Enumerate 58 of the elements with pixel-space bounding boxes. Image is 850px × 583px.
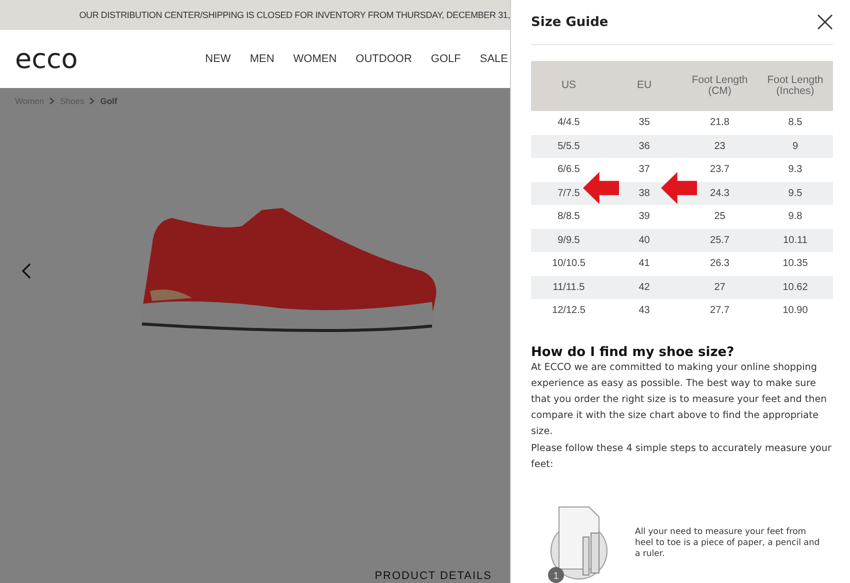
column-header: EU bbox=[606, 61, 682, 112]
table-cell: 25 bbox=[682, 205, 758, 229]
table-cell: 42 bbox=[606, 276, 682, 300]
column-header: US bbox=[531, 61, 606, 112]
table-cell: 5/5.5 bbox=[531, 134, 606, 158]
table-cell: 9/9.5 bbox=[531, 228, 606, 252]
column-header: Foot Length (CM) bbox=[682, 61, 758, 112]
table-cell: 27 bbox=[682, 276, 758, 300]
arrow-drawing bbox=[660, 172, 696, 204]
table-cell: 8/8.5 bbox=[531, 205, 606, 229]
table-cell: 10.90 bbox=[758, 299, 833, 323]
table-cell: 6/6.5 bbox=[531, 158, 606, 182]
chevron-right-icon bbox=[49, 97, 56, 105]
paragraph: Please follow these 4 simple steps to accurately measure your feet: bbox=[531, 442, 832, 472]
table-cell: 9.3 bbox=[758, 158, 833, 182]
nav-link[interactable]: NEW bbox=[205, 53, 231, 65]
table-cell: 41 bbox=[606, 252, 682, 276]
nav-link[interactable]: OUTDOOR bbox=[356, 53, 412, 65]
nav-link[interactable]: SALE bbox=[480, 53, 508, 65]
table-cell: 10/10.5 bbox=[531, 252, 606, 276]
table-cell: 9 bbox=[758, 134, 833, 158]
table-cell: 40 bbox=[606, 228, 682, 252]
column-header: Foot Length (Inches) bbox=[758, 61, 833, 112]
table-cell: 21.8 bbox=[682, 111, 758, 135]
table-cell: 10.11 bbox=[758, 228, 833, 252]
table-cell: 27.7 bbox=[682, 299, 758, 323]
close-icon[interactable] bbox=[817, 14, 833, 30]
step-number: 1 bbox=[553, 571, 559, 582]
chevron-left-icon[interactable] bbox=[20, 262, 32, 280]
table-cell: 25.7 bbox=[682, 228, 758, 252]
nav-link[interactable]: MEN bbox=[250, 53, 274, 65]
table-cell: 26.3 bbox=[682, 252, 758, 276]
dialog-title: Size Guide bbox=[531, 14, 608, 30]
table-cell: 12/12.5 bbox=[531, 299, 606, 323]
table-cell: 23 bbox=[682, 134, 758, 158]
table-cell: 23.7 bbox=[682, 158, 758, 182]
section-heading: PRODUCT DETAILS bbox=[374, 569, 492, 583]
table-cell: 39 bbox=[606, 205, 682, 229]
table-cell: 8.5 bbox=[758, 111, 833, 135]
table-cell: 11/11.5 bbox=[531, 276, 606, 300]
announcement-text: OUR DISTRIBUTION CENTER/SHIPPING IS CLOSED FOR INVENTORY FROM THURSDAY, DECEMBER 31, bbox=[79, 10, 510, 20]
table-cell: 43 bbox=[606, 299, 682, 323]
logo[interactable]: ecco bbox=[15, 44, 78, 74]
step-description: All your need to measure your feet from heel to toe is a piece of paper, a pencil and a ruler. bbox=[635, 526, 820, 560]
table-cell: 37 bbox=[606, 158, 682, 182]
section-heading: How do I find my shoe size? bbox=[531, 344, 736, 360]
paragraph: At ECCO we are committed to making your online shopping experience as easy as possible. The best way to make sure that you order the right size is to measure your feet and then compare it with the size chart above to find the appropriate size. bbox=[531, 360, 828, 440]
table-cell: 10.35 bbox=[758, 252, 833, 276]
nav-link[interactable]: WOMEN bbox=[293, 53, 337, 65]
table-cell: 35 bbox=[606, 111, 682, 135]
table-cell: 10.62 bbox=[758, 276, 833, 300]
table-cell: 9.5 bbox=[758, 182, 833, 206]
table-cell: 36 bbox=[606, 134, 682, 158]
table-cell: 9.8 bbox=[758, 205, 833, 229]
table-cell: 4/4.5 bbox=[531, 111, 606, 135]
arrow-drawing bbox=[583, 172, 619, 204]
nav-link[interactable]: GOLF bbox=[430, 53, 461, 65]
chevron-right-icon bbox=[89, 97, 96, 105]
